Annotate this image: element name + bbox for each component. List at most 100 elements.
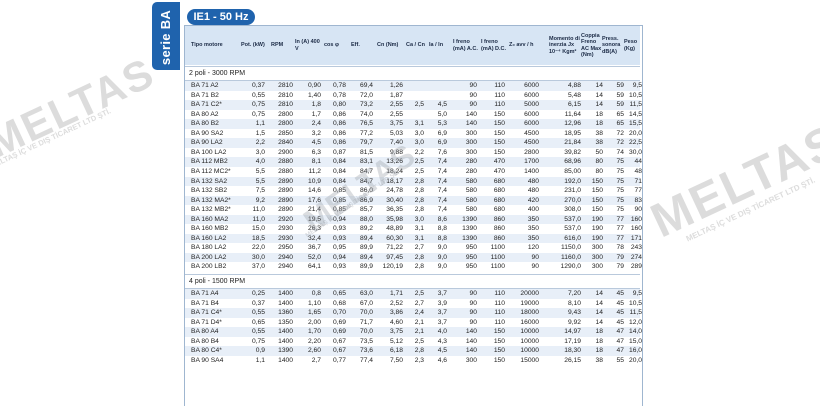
table-cell: 8,6 <box>437 215 447 223</box>
table-cell: 2,52 <box>389 299 403 307</box>
table-cell: 110 <box>494 290 505 297</box>
table-cell: 2,8 <box>414 177 424 185</box>
table-row: BA 71 A2 0,37 2810 0,90 0,78 69,4 1,26 90 110 600… <box>185 81 642 91</box>
table-cell: 160 <box>630 215 642 223</box>
table-cell: 73,2 <box>359 101 373 109</box>
table-cell: BA 180 LA2 <box>191 244 227 252</box>
table-cell: 67,0 <box>359 299 373 307</box>
table-row: BA 71 D4* 0,65 1350 2,00 0,69 71,7 4,60 2,1 3,7 9… <box>185 318 642 328</box>
table-cell: 140 <box>465 347 477 355</box>
table-cell: 140 <box>465 120 477 128</box>
table-cell: 14,5 <box>628 110 642 118</box>
table-cell: 231,0 <box>564 187 581 195</box>
table-cell: 110 <box>494 101 505 109</box>
table-cell: 1390 <box>462 234 477 242</box>
table-cell: 5,48 <box>567 91 581 99</box>
table-cell: 21,84 <box>564 139 581 147</box>
table-cell: 19000 <box>520 299 539 307</box>
table-cell: 2,4 <box>311 120 321 128</box>
column-header-label: I freno (mA) A.C. <box>453 39 478 52</box>
table-cell: 150 <box>493 120 505 128</box>
table-cell: BA 200 LA2 <box>191 253 227 261</box>
table-cell: 9,0 <box>437 253 447 261</box>
table-cell: 1100 <box>490 263 505 271</box>
table-row: BA 90 LA2 2,2 2840 4,5 0,86 79,7 7,40 3,0 6,9 300… <box>185 138 642 148</box>
table-row: BA 80 C4* 0,9 1390 2,60 0,67 73,6 6,18 2,8 4,5 14… <box>185 346 642 356</box>
table-cell: 7,5 <box>255 187 265 195</box>
table-cell: 16,0 <box>628 347 642 355</box>
table-cell: BA 71 B4 <box>191 299 219 307</box>
column-header-label: RPM <box>271 42 284 49</box>
table-cell: 3,2 <box>311 129 321 137</box>
table-cell: 680 <box>493 196 505 204</box>
table-cell: 140 <box>465 328 477 336</box>
table-cell: 2840 <box>278 139 293 147</box>
table-cell: 2,1 <box>414 318 424 326</box>
table-cell: 0,68 <box>332 299 346 307</box>
table-cell: 1,26 <box>389 82 403 89</box>
table-cell: 190 <box>591 234 603 242</box>
table-cell: 2890 <box>278 196 293 204</box>
table-cell: 15,0 <box>628 337 642 345</box>
table-cell: 72 <box>616 129 624 137</box>
table-cell: 6,9 <box>437 139 447 147</box>
table-cell: 3,0 <box>255 148 265 156</box>
table-cell: 680 <box>493 187 505 195</box>
table-cell: 0,55 <box>251 328 265 336</box>
table-cell: 300 <box>591 244 603 252</box>
table-cell: 2810 <box>278 101 293 109</box>
table-cell: 0,86 <box>332 110 346 118</box>
column-header: Press. sonora dB(A) <box>602 26 626 65</box>
table-cell: 1,5 <box>255 129 265 137</box>
table-cell: 480 <box>527 187 539 195</box>
table-cell: 89,4 <box>359 234 373 242</box>
table-cell: 680 <box>493 177 505 185</box>
table-cell: 90 <box>469 309 477 317</box>
table-cell: 18 <box>595 347 603 355</box>
table-cell: BA 160 MB2 <box>191 225 229 233</box>
table-cell: 350 <box>527 215 539 223</box>
table-cell: 860 <box>493 225 505 233</box>
table-cell: 89,4 <box>359 253 373 261</box>
table-cell: 0,8 <box>311 290 321 297</box>
table-cell: 26,15 <box>564 356 581 364</box>
table-cell: 90 <box>469 91 477 99</box>
table-cell: 65 <box>616 120 624 128</box>
table-cell: 77 <box>616 225 624 233</box>
table-cell: 79 <box>616 253 624 261</box>
table-cell: 1700 <box>524 158 539 166</box>
table-cell: 0,78 <box>332 91 346 99</box>
table-cell: 1,7 <box>311 110 321 118</box>
table-cell: 2,4 <box>414 309 424 317</box>
table-cell: 1150,0 <box>561 244 581 252</box>
table-cell: 0,86 <box>332 139 346 147</box>
table-cell: 5,5 <box>255 177 265 185</box>
table-cell: 2880 <box>278 167 293 175</box>
table-cell: 90 <box>469 82 477 89</box>
table-row: BA 71 B2 0,55 2810 1,40 0,78 72,0 1,87 90 110 600… <box>185 91 642 101</box>
table-cell: 150 <box>493 328 505 336</box>
table-cell: 89,9 <box>359 244 373 252</box>
table-cell: 289 <box>630 263 642 271</box>
table-cell: 950 <box>465 244 477 252</box>
column-header: Peso (Kg) <box>624 26 644 65</box>
table-cell: 3,0 <box>414 139 424 147</box>
table-cell: 2,00 <box>307 318 321 326</box>
table-cell: BA 90 LA2 <box>191 139 223 147</box>
table-row: BA 71 C2* 0,75 2810 1,8 0,80 73,2 2,55 2,5 4,5 90… <box>185 100 642 110</box>
table-row: BA 71 A4 0,25 1400 0,8 0,65 63,0 1,71 2,5 3,7 90 1… <box>185 289 642 299</box>
table-cell: 37,0 <box>251 263 265 271</box>
table-cell: 65 <box>616 110 624 118</box>
table-cell: 6000 <box>524 91 539 99</box>
section-title-label: 4 poli - 1500 RPM <box>189 278 246 285</box>
table-cell: 10,5 <box>628 299 642 307</box>
table-cell: 9,0 <box>437 244 447 252</box>
table-cell: 860 <box>493 215 505 223</box>
table-cell: BA 132 SB2 <box>191 187 228 195</box>
table-cell: 10000 <box>520 328 539 336</box>
table-cell: 22,0 <box>251 244 265 252</box>
table-cell: 18000 <box>520 309 539 317</box>
table-cell: 2,8 <box>414 347 424 355</box>
table-cell: 6000 <box>524 110 539 118</box>
table-cell: 2,3 <box>414 356 424 364</box>
